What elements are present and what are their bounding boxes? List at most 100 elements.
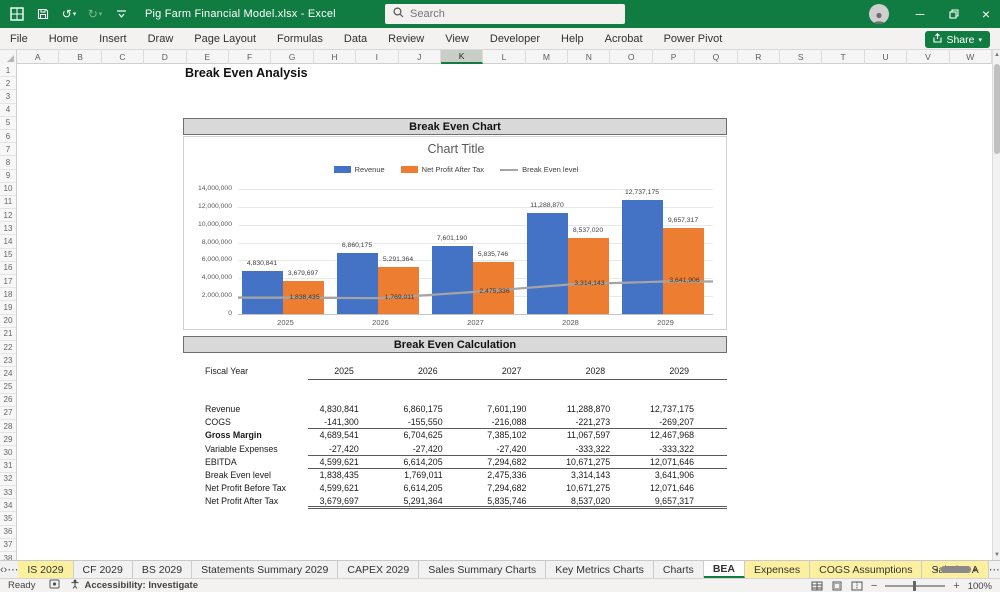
row-header-36[interactable]: 36 — [0, 526, 16, 539]
row-label[interactable]: Net Profit After Tax — [183, 495, 308, 508]
table-cell[interactable]: 11,288,870 — [559, 403, 643, 416]
accessibility-status[interactable]: Accessibility: Investigate — [84, 580, 198, 591]
row-header-35[interactable]: 35 — [0, 512, 16, 525]
column-header-V[interactable]: V — [907, 50, 949, 64]
row-header-8[interactable]: 8 — [0, 156, 16, 169]
row-header-25[interactable]: 25 — [0, 381, 16, 394]
row-header-19[interactable]: 19 — [0, 301, 16, 314]
row-label[interactable]: Revenue — [183, 403, 308, 416]
row-header-27[interactable]: 27 — [0, 407, 16, 420]
row-label[interactable]: Variable Expenses — [183, 443, 308, 456]
row-header-2[interactable]: 2 — [0, 77, 16, 90]
row-header-34[interactable]: 34 — [0, 499, 16, 512]
table-cell[interactable]: 7,385,102 — [476, 429, 560, 442]
horizontal-scrollbar[interactable]: ◂ ▸ — [934, 563, 996, 575]
row-header-13[interactable]: 13 — [0, 222, 16, 235]
sheet-tab-charts[interactable]: Charts — [654, 561, 704, 578]
table-cell[interactable]: 1,838,435 — [308, 469, 392, 482]
table-cell[interactable]: -155,550 — [392, 416, 476, 428]
zoom-out-icon[interactable]: − — [871, 581, 877, 591]
share-button[interactable]: Share ▾ — [925, 31, 990, 48]
table-cell[interactable]: 7,294,682 — [476, 456, 560, 468]
table-cell[interactable]: 6,614,205 — [392, 482, 476, 495]
table-cell[interactable]: 12,737,175 — [643, 403, 727, 416]
column-header-E[interactable]: E — [187, 50, 229, 64]
horizontal-scroll-thumb[interactable] — [941, 566, 971, 573]
customize-quick-access-icon[interactable] — [113, 6, 129, 22]
column-header-Q[interactable]: Q — [695, 50, 737, 64]
table-cell[interactable]: 10,671,275 — [559, 456, 643, 468]
legend-item-revenue[interactable]: Revenue — [334, 165, 385, 174]
table-cell[interactable]: 5,835,746 — [476, 495, 560, 505]
row-header-26[interactable]: 26 — [0, 394, 16, 407]
table-cell[interactable]: 12,071,646 — [643, 482, 727, 495]
column-header-P[interactable]: P — [653, 50, 695, 64]
table-cell[interactable]: 3,679,697 — [308, 495, 392, 505]
column-header-N[interactable]: N — [568, 50, 610, 64]
ribbon-tab-insert[interactable]: Insert — [99, 33, 127, 45]
search-box[interactable] — [385, 4, 625, 24]
column-header-A[interactable]: A — [17, 50, 59, 64]
row-header-29[interactable]: 29 — [0, 433, 16, 446]
zoom-in-icon[interactable]: + — [953, 581, 959, 591]
row-header-22[interactable]: 22 — [0, 341, 16, 354]
row-header-23[interactable]: 23 — [0, 354, 16, 367]
ribbon-tab-help[interactable]: Help — [561, 33, 584, 45]
row-label[interactable]: EBITDA — [183, 456, 308, 469]
scroll-up-icon[interactable]: ▲ — [993, 52, 1000, 58]
table-cell[interactable]: -27,420 — [476, 443, 560, 455]
close-button[interactable]: × — [970, 0, 1000, 28]
column-header-U[interactable]: U — [865, 50, 907, 64]
table-cell[interactable]: 4,599,621 — [308, 482, 392, 495]
table-cell[interactable]: 1,769,011 — [392, 469, 476, 482]
table-cell[interactable]: 4,689,541 — [308, 429, 392, 442]
row-header-3[interactable]: 3 — [0, 90, 16, 103]
undo-icon[interactable]: ↺▾ — [61, 6, 77, 22]
hscroll-left-icon[interactable]: ◂ — [934, 565, 938, 574]
sheet-nav-more-icon[interactable]: ⋯ — [7, 561, 18, 578]
sheet-tab-sales-summary-charts[interactable]: Sales Summary Charts — [419, 561, 546, 578]
table-cell[interactable]: 2,475,336 — [476, 469, 560, 482]
row-header-4[interactable]: 4 — [0, 104, 16, 117]
table-cell[interactable]: 3,641,906 — [643, 469, 727, 482]
normal-view-icon[interactable] — [811, 581, 823, 591]
sheet-tab-key-metrics-charts[interactable]: Key Metrics Charts — [546, 561, 654, 578]
column-header-G[interactable]: G — [271, 50, 313, 64]
page-layout-view-icon[interactable] — [831, 581, 843, 591]
table-cell[interactable]: 12,071,646 — [643, 456, 727, 468]
ribbon-tab-file[interactable]: File — [10, 33, 28, 45]
column-header-B[interactable]: B — [59, 50, 101, 64]
table-cell[interactable]: -333,322 — [559, 443, 643, 455]
macro-record-icon[interactable] — [49, 579, 60, 592]
legend-item-break-even-level[interactable]: Break Even level — [500, 165, 578, 174]
save-icon[interactable] — [35, 6, 51, 22]
table-cell[interactable]: 11,067,597 — [559, 429, 643, 442]
row-header-17[interactable]: 17 — [0, 275, 16, 288]
table-cell[interactable]: 4,599,621 — [308, 456, 392, 468]
ribbon-tab-acrobat[interactable]: Acrobat — [605, 33, 643, 45]
table-cell[interactable]: -27,420 — [308, 443, 392, 455]
column-header-W[interactable]: W — [950, 50, 992, 64]
column-header-O[interactable]: O — [610, 50, 652, 64]
select-all-corner[interactable] — [0, 50, 17, 64]
table-cell[interactable]: 9,657,317 — [643, 495, 727, 505]
column-header-T[interactable]: T — [822, 50, 864, 64]
row-header-20[interactable]: 20 — [0, 315, 16, 328]
break-even-chart[interactable]: Chart Title RevenueNet Profit After TaxB… — [183, 136, 727, 330]
minimize-button[interactable]: ─ — [904, 0, 936, 28]
table-cell[interactable]: -27,420 — [392, 443, 476, 455]
ribbon-tab-developer[interactable]: Developer — [490, 33, 540, 45]
table-cell[interactable]: 6,860,175 — [392, 403, 476, 416]
table-cell[interactable]: 8,537,020 — [559, 495, 643, 505]
row-header-31[interactable]: 31 — [0, 460, 16, 473]
row-header-9[interactable]: 9 — [0, 170, 16, 183]
column-header-H[interactable]: H — [314, 50, 356, 64]
row-header-5[interactable]: 5 — [0, 117, 16, 130]
row-header-24[interactable]: 24 — [0, 367, 16, 380]
column-header-S[interactable]: S — [780, 50, 822, 64]
sheet-tab-bea[interactable]: BEA — [704, 561, 745, 578]
table-cell[interactable]: -141,300 — [308, 416, 392, 428]
column-header-L[interactable]: L — [483, 50, 525, 64]
sheet-tab-cf-2029[interactable]: CF 2029 — [74, 561, 133, 578]
ribbon-tab-draw[interactable]: Draw — [148, 33, 174, 45]
